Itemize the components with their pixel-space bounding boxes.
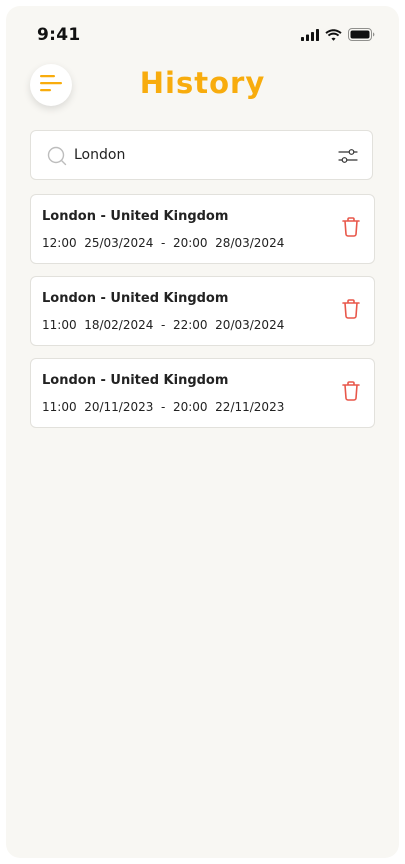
delete-button[interactable]	[340, 299, 362, 323]
trash-icon	[342, 381, 360, 405]
signal-icon	[301, 26, 319, 45]
history-item[interactable]: London - United Kingdom 12:00 25/03/2024…	[30, 194, 375, 264]
phone-screen: 9:41 History London London - United King…	[6, 6, 399, 858]
history-item[interactable]: London - United Kingdom 11:00 18/02/2024…	[30, 276, 375, 346]
delete-button[interactable]	[340, 381, 362, 405]
battery-icon	[348, 26, 375, 45]
filter-icon[interactable]	[338, 146, 358, 166]
search-input[interactable]	[74, 144, 324, 166]
page-title: History	[139, 66, 266, 100]
history-list: London - United Kingdom 12:00 25/03/2024…	[30, 194, 375, 440]
delete-button[interactable]	[340, 217, 362, 241]
wifi-icon	[325, 26, 342, 45]
history-item-location: London - United Kingdom	[42, 209, 229, 224]
history-item-times: 12:00 25/03/2024 - 20:00 28/03/2024	[42, 236, 285, 250]
history-item-location: London - United Kingdom	[42, 291, 229, 306]
history-item-location: London - United Kingdom	[42, 373, 229, 388]
status-icons	[301, 26, 375, 45]
trash-icon	[342, 217, 360, 241]
history-item-times: 11:00 18/02/2024 - 22:00 20/03/2024	[42, 318, 285, 332]
status-time: 9:41	[37, 25, 81, 45]
history-item[interactable]: London - United Kingdom 11:00 20/11/2023…	[30, 358, 375, 428]
search-icon	[47, 146, 67, 166]
history-item-times: 11:00 20/11/2023 - 20:00 22/11/2023	[42, 400, 285, 414]
trash-icon	[342, 299, 360, 323]
search-bar[interactable]	[30, 130, 373, 180]
status-bar: 9:41	[6, 6, 399, 62]
